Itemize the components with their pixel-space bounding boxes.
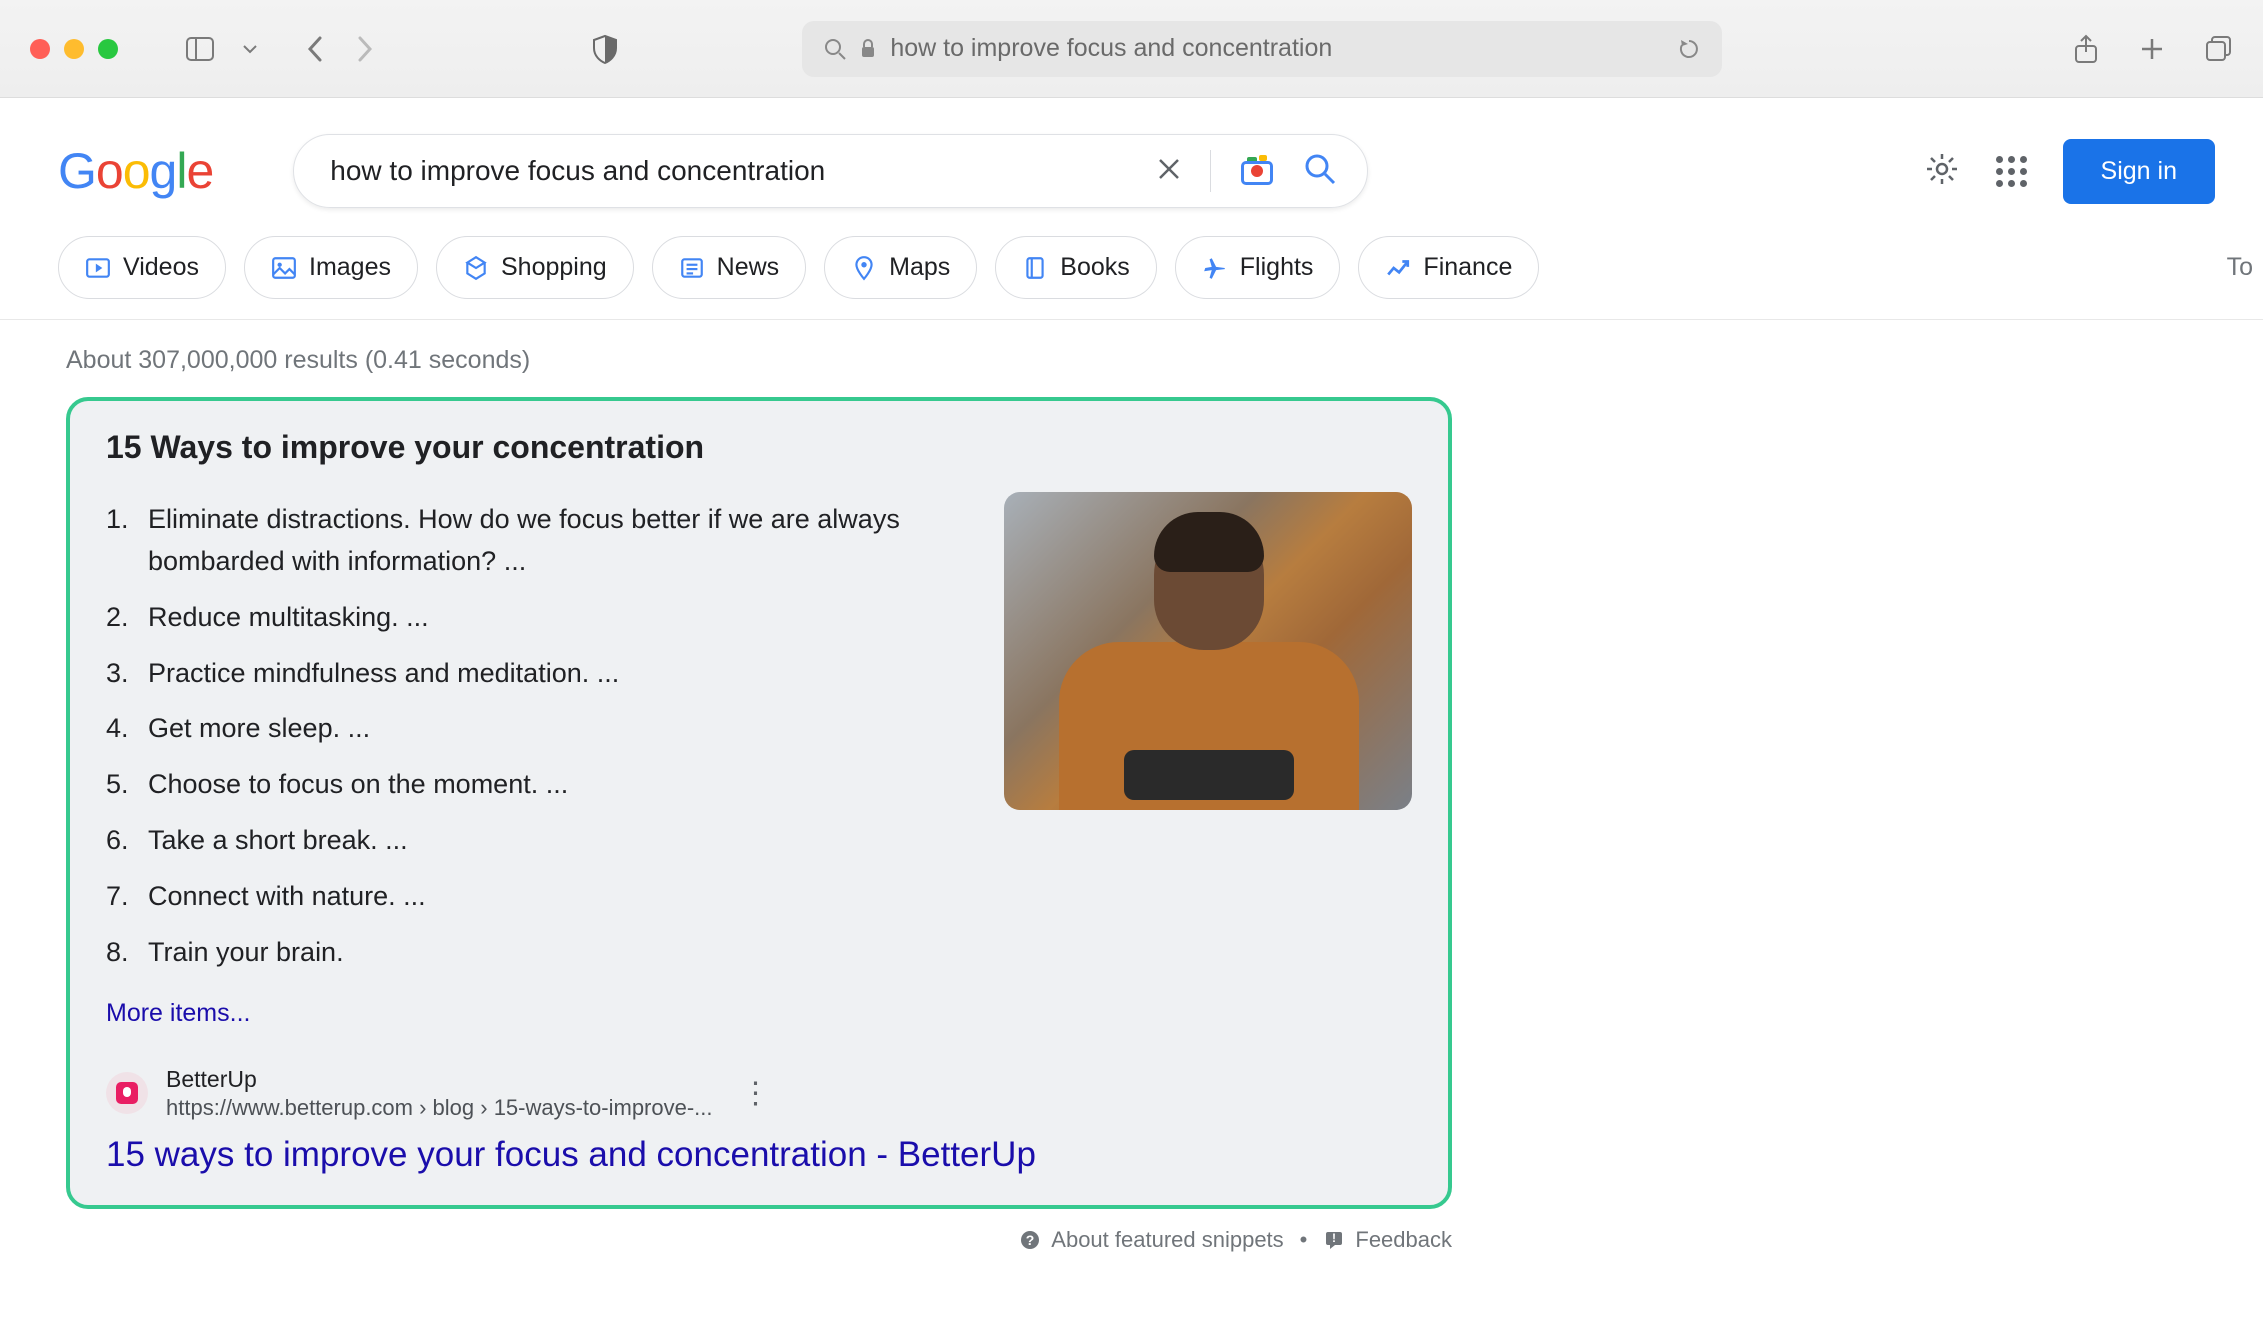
snippet-footer: ? About featured snippets • ! Feedback (66, 1209, 1452, 1253)
list-item: Reduce multitasking. ... (106, 590, 964, 646)
signin-button[interactable]: Sign in (2063, 139, 2215, 204)
more-items-link[interactable]: More items... (106, 999, 964, 1028)
tab-label: Maps (889, 253, 950, 282)
search-icon (824, 38, 846, 60)
more-options-icon[interactable]: ⋮ (741, 1076, 771, 1111)
list-item: Eliminate distractions. How do we focus … (106, 492, 964, 590)
result-title-link[interactable]: 15 ways to improve your focus and concen… (106, 1135, 1412, 1175)
forward-button[interactable] (354, 35, 374, 63)
tab-maps[interactable]: Maps (824, 236, 977, 299)
source-url: https://www.betterup.com › blog › 15-way… (166, 1095, 713, 1121)
tab-label: Flights (1240, 253, 1314, 282)
list-item: Take a short break. ... (106, 813, 964, 869)
tab-label: Images (309, 253, 391, 282)
tab-label: Shopping (501, 253, 607, 282)
list-item: Connect with nature. ... (106, 869, 964, 925)
close-window-button[interactable] (30, 39, 50, 59)
list-item: Practice mindfulness and meditation. ... (106, 646, 964, 702)
svg-text:?: ? (1026, 1232, 1035, 1248)
browser-toolbar: how to improve focus and concentration (0, 0, 2263, 98)
privacy-shield-icon[interactable] (592, 34, 618, 64)
source-name: BetterUp (166, 1066, 713, 1093)
list-item: Train your brain. (106, 925, 964, 981)
tab-label: Videos (123, 253, 199, 282)
search-results: About 307,000,000 results (0.41 seconds)… (0, 320, 2263, 1253)
address-text: how to improve focus and concentration (890, 34, 1332, 63)
window-controls (30, 39, 118, 59)
tabs-icon[interactable] (2205, 34, 2233, 64)
snippet-title: 15 Ways to improve your concentration (106, 429, 1412, 466)
tab-news[interactable]: News (652, 236, 807, 299)
new-tab-icon[interactable] (2139, 34, 2165, 64)
list-item: Choose to focus on the moment. ... (106, 757, 964, 813)
tab-videos[interactable]: Videos (58, 236, 226, 299)
source-favicon (106, 1072, 148, 1114)
google-header: Google Sign in (0, 98, 2263, 208)
snippet-list: Eliminate distractions. How do we focus … (106, 492, 964, 1028)
share-icon[interactable] (2073, 34, 2099, 64)
tab-label: Books (1060, 253, 1129, 282)
tab-finance[interactable]: Finance (1358, 236, 1539, 299)
tab-flights[interactable]: Flights (1175, 236, 1341, 299)
search-button-icon[interactable] (1303, 152, 1337, 191)
separator: • (1300, 1227, 1308, 1253)
about-label: About featured snippets (1051, 1227, 1283, 1253)
svg-text:!: ! (1332, 1231, 1336, 1245)
lock-icon (860, 39, 876, 59)
address-bar[interactable]: how to improve focus and concentration (802, 21, 1722, 77)
search-box[interactable] (293, 134, 1368, 208)
settings-icon[interactable] (1924, 151, 1960, 192)
search-tabs: Videos Images Shopping News Maps Books F… (0, 208, 2263, 320)
google-logo[interactable]: Google (58, 142, 213, 200)
result-stats: About 307,000,000 results (0.41 seconds) (66, 346, 2263, 375)
divider (1210, 150, 1211, 192)
chevron-down-icon[interactable] (242, 41, 258, 57)
sidebar-icon[interactable] (186, 37, 214, 61)
reload-icon[interactable] (1678, 38, 1700, 60)
search-input[interactable] (330, 155, 1156, 187)
apps-icon[interactable] (1996, 156, 2027, 187)
tab-shopping[interactable]: Shopping (436, 236, 634, 299)
back-button[interactable] (306, 35, 326, 63)
tab-images[interactable]: Images (244, 236, 418, 299)
feedback-link[interactable]: ! Feedback (1323, 1227, 1452, 1253)
minimize-window-button[interactable] (64, 39, 84, 59)
camera-search-icon[interactable] (1239, 153, 1275, 189)
tab-label: News (717, 253, 780, 282)
about-featured-snippets-link[interactable]: ? About featured snippets (1019, 1227, 1283, 1253)
maximize-window-button[interactable] (98, 39, 118, 59)
snippet-image[interactable] (1004, 492, 1412, 810)
tabs-overflow[interactable]: To (2227, 253, 2263, 282)
tab-books[interactable]: Books (995, 236, 1156, 299)
list-item: Get more sleep. ... (106, 701, 964, 757)
result-source: BetterUp https://www.betterup.com › blog… (106, 1066, 1412, 1121)
clear-icon[interactable] (1156, 156, 1182, 187)
featured-snippet: 15 Ways to improve your concentration El… (66, 397, 1452, 1209)
feedback-label: Feedback (1355, 1227, 1452, 1253)
tab-label: Finance (1423, 253, 1512, 282)
